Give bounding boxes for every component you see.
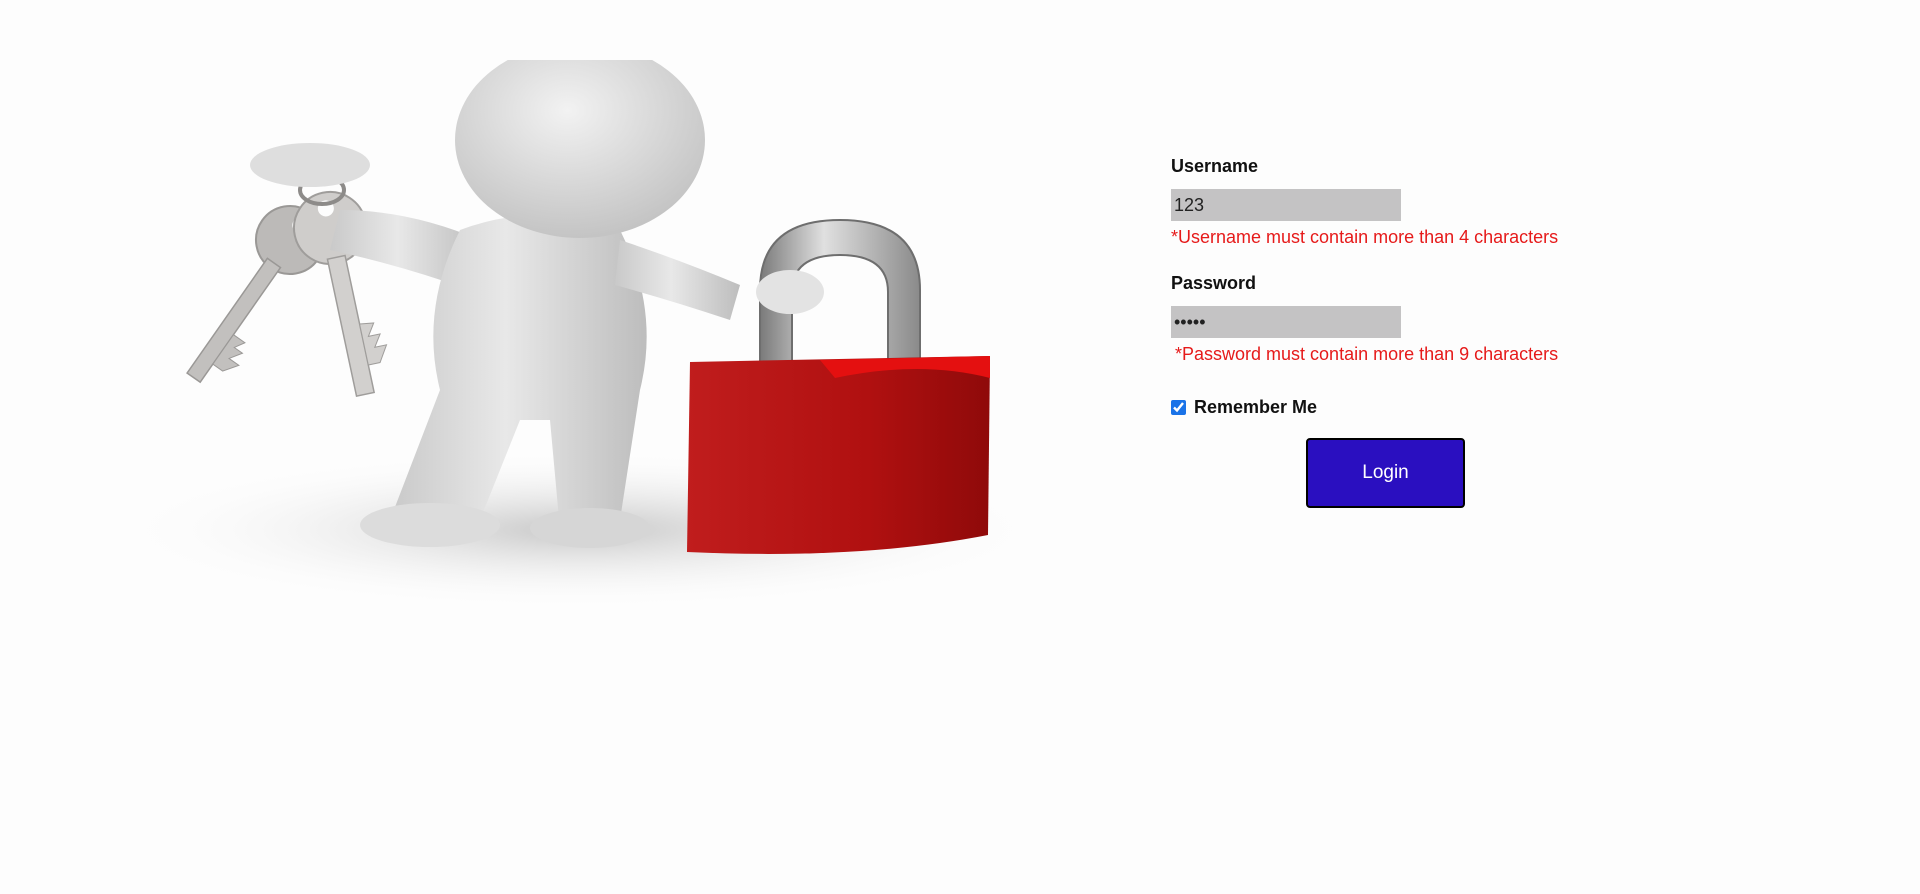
login-button[interactable]: Login <box>1306 438 1465 508</box>
password-input[interactable] <box>1171 306 1401 338</box>
remember-me-label: Remember Me <box>1194 396 1318 417</box>
security-illustration <box>110 60 1050 610</box>
padlock-body <box>687 356 990 554</box>
remember-me-checkbox[interactable] <box>1171 399 1186 415</box>
right-hand <box>756 270 824 314</box>
keys-icon <box>186 174 388 398</box>
username-error: *Username must contain more than 4 chara… <box>1171 227 1559 247</box>
left-foot <box>360 503 500 547</box>
right-foot <box>530 508 650 548</box>
username-input[interactable] <box>1171 189 1401 221</box>
figure-head <box>455 60 705 238</box>
login-page: Username *Username must contain more tha… <box>0 0 1920 894</box>
password-label: Password <box>1171 273 1257 293</box>
password-error: *Password must contain more than 9 chara… <box>1175 344 1559 364</box>
remember-me-row: Remember Me <box>1171 395 1731 419</box>
left-hand <box>250 143 370 187</box>
login-form: Username *Username must contain more tha… <box>1171 155 1731 508</box>
username-label: Username <box>1171 156 1259 176</box>
